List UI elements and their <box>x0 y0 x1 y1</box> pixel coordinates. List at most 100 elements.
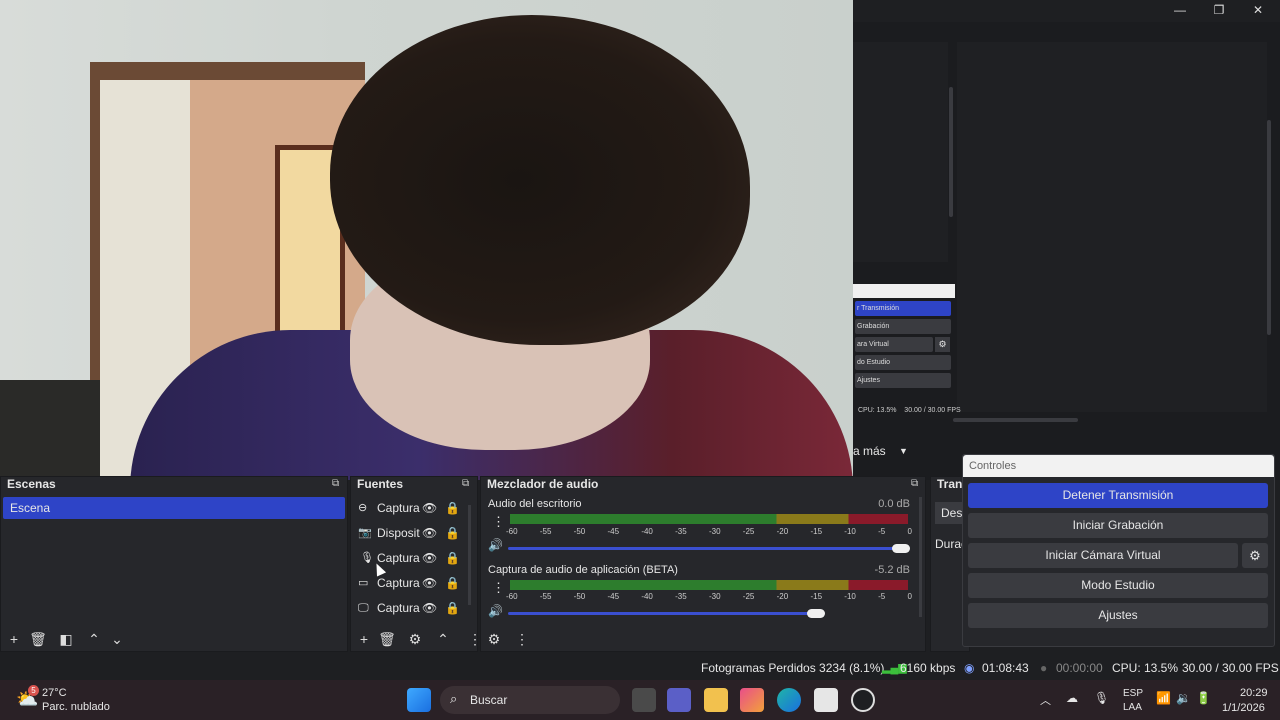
studio-mode-button[interactable]: Modo Estudio <box>968 573 1268 598</box>
undock-icon[interactable]: ⧉ <box>911 479 923 489</box>
eye-icon[interactable]: 👁 <box>422 548 437 568</box>
volume-icon[interactable]: 🔉 <box>1176 691 1191 705</box>
eye-icon[interactable]: 👁 <box>422 523 437 543</box>
obs-icon[interactable] <box>851 688 875 712</box>
channel-db: -5.2 dB <box>874 564 910 576</box>
more-options-icon[interactable]: ⋮ <box>513 630 531 648</box>
onedrive-icon[interactable]: ☁ <box>1066 691 1078 705</box>
clock-time[interactable]: 20:29 <box>1240 687 1268 699</box>
chevron-down-icon: ▼ <box>899 446 908 456</box>
close-button[interactable]: ✕ <box>1243 2 1273 18</box>
lock-icon[interactable]: 🔒 <box>445 573 460 593</box>
meter-tick-label: -45 <box>607 592 620 601</box>
table-shadow <box>0 380 100 480</box>
volume-slider-knob[interactable] <box>807 609 825 618</box>
volume-slider[interactable] <box>508 612 814 615</box>
window-icon: ▭ <box>358 577 369 589</box>
source-item[interactable]: ▭ Captura 👁 🔒 <box>356 573 466 593</box>
display-icon: 🖵 <box>358 602 369 614</box>
wifi-icon[interactable]: 📶 <box>1156 691 1171 705</box>
scrollbar-vertical-right[interactable] <box>1267 120 1271 335</box>
source-item[interactable]: 🖵 Captura 👁 🔒 <box>356 598 466 618</box>
weather-widget[interactable]: ⛅ 5 27°C Parc. nublado <box>14 685 124 715</box>
teams-icon[interactable] <box>667 688 691 712</box>
webcam-preview <box>0 0 853 480</box>
battery-icon[interactable]: 🔋 <box>1196 691 1211 705</box>
start-recording-button[interactable]: Iniciar Grabación <box>968 513 1268 538</box>
meter-tick-label: -25 <box>742 592 755 601</box>
settings-button[interactable]: Ajustes <box>968 603 1268 628</box>
person-hair <box>330 15 750 345</box>
scenes-title: Escenas <box>7 477 56 491</box>
undock-icon[interactable]: ⧉ <box>462 479 474 489</box>
show-hidden-icons[interactable]: ︿ <box>1040 692 1051 708</box>
move-up-icon[interactable]: ⌃ <box>85 630 103 648</box>
undock-icon[interactable]: ⧉ <box>332 479 344 489</box>
source-item[interactable]: ⊖ Captura 👁 🔒 <box>356 498 466 518</box>
add-scene-icon[interactable]: + <box>5 630 23 648</box>
meter-tick-label: -40 <box>641 592 653 601</box>
lock-icon[interactable]: 🔒 <box>445 523 460 543</box>
minimize-button[interactable]: — <box>1165 2 1195 18</box>
speaker-icon[interactable]: 🔊 <box>488 538 503 552</box>
delete-scene-icon[interactable]: 🗑 <box>29 630 47 648</box>
advanced-audio-icon[interactable]: ⚙ <box>485 630 503 648</box>
virtual-camera-gear-icon[interactable]: ⚙ <box>1242 543 1268 568</box>
nested-preview-main <box>957 42 1267 412</box>
lock-icon[interactable]: 🔒 <box>445 598 460 618</box>
copilot-icon[interactable] <box>740 688 764 712</box>
eye-icon[interactable]: 👁 <box>422 573 437 593</box>
lock-icon[interactable]: 🔒 <box>445 498 460 518</box>
speaker-icon[interactable]: 🔊 <box>488 604 503 618</box>
volume-slider-knob[interactable] <box>892 544 910 553</box>
search-icon: ⌕ <box>450 691 458 706</box>
scene-item[interactable]: Escena <box>3 497 345 519</box>
move-up-icon[interactable]: ⌃ <box>434 630 452 648</box>
mini-status: CPU: 13.5% 30.00 / 30.00 FPS <box>858 407 961 414</box>
lang-code[interactable]: ESP <box>1123 688 1143 699</box>
source-item[interactable]: 📷 Disposit 👁 🔒 <box>356 523 466 543</box>
scrollbar-vertical[interactable] <box>949 87 953 217</box>
meter-tick-label: -45 <box>607 527 620 536</box>
weather-temp: 27°C <box>42 687 67 699</box>
mini-record: Grabación <box>855 319 951 334</box>
meter-tick-label: -20 <box>776 527 789 536</box>
lock-icon[interactable]: 🔒 <box>445 548 460 568</box>
restore-button[interactable]: ❐ <box>1204 2 1234 18</box>
volume-meter <box>510 580 908 590</box>
file-explorer-icon[interactable] <box>704 688 728 712</box>
search-box[interactable]: ⌕ Buscar <box>440 686 620 714</box>
microphone-icon[interactable]: 🎙 <box>1094 691 1109 705</box>
lang-layout[interactable]: LAA <box>1123 702 1142 713</box>
eye-icon[interactable]: 👁 <box>422 498 437 518</box>
scrollbar-horizontal[interactable] <box>953 418 1078 422</box>
sources-scrollbar[interactable] <box>468 505 471 605</box>
fps: 30.00 / 30.00 FPS <box>1182 661 1279 675</box>
meter-tick-label: -10 <box>844 592 856 601</box>
eye-icon[interactable]: 👁 <box>422 598 437 618</box>
channel-menu-icon[interactable]: ⋮ <box>492 514 505 530</box>
meter-tick-label: -15 <box>810 592 823 601</box>
volume-slider[interactable] <box>508 547 902 550</box>
store-icon[interactable] <box>814 688 838 712</box>
stream-time: 01:08:43 <box>982 661 1029 675</box>
record-time: 00:00:00 <box>1056 661 1103 675</box>
add-source-icon[interactable]: + <box>355 630 373 648</box>
windows-start-icon[interactable] <box>407 688 431 712</box>
edge-icon[interactable] <box>777 688 801 712</box>
title-bar: — ❐ ✕ <box>853 0 1280 22</box>
meter-tick-label: -25 <box>742 527 755 536</box>
mixer-scrollbar[interactable] <box>919 497 922 617</box>
move-down-icon[interactable]: ⌄ <box>108 630 126 648</box>
channel-menu-icon[interactable]: ⋮ <box>492 580 505 596</box>
scene-filter-icon[interactable]: ◧ <box>57 630 75 648</box>
mini-vcam: ara Virtual <box>855 337 933 352</box>
more-button[interactable]: a más ▼ <box>853 440 913 462</box>
start-virtual-camera-button[interactable]: Iniciar Cámara Virtual <box>968 543 1238 568</box>
clock-date[interactable]: 1/1/2026 <box>1222 702 1265 714</box>
delete-source-icon[interactable]: 🗑 <box>378 630 396 648</box>
mini-settings: Ajustes <box>855 373 951 388</box>
task-view-icon[interactable] <box>632 688 656 712</box>
source-properties-icon[interactable]: ⚙ <box>406 630 424 648</box>
stop-stream-button[interactable]: Detener Transmisión <box>968 483 1268 508</box>
